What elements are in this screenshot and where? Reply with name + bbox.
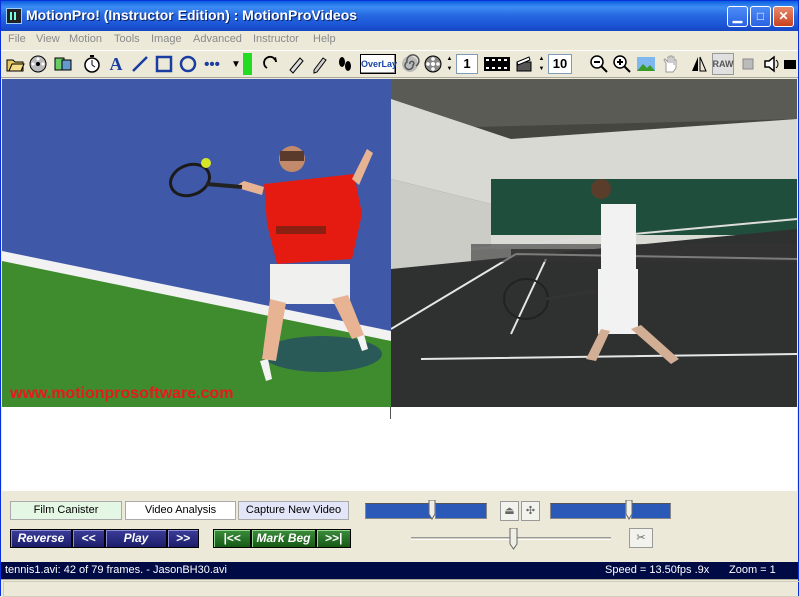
bottom-strip (1, 579, 799, 597)
redo-icon[interactable] (261, 53, 283, 75)
status-file-info: tennis1.avi: 42 of 79 frames. - JasonBH3… (5, 564, 227, 576)
toolbar: A ••• ▼ OverLay ▲ ▼ 1 ▲ ▼ 10 RAW (1, 50, 798, 78)
play-button[interactable]: Play (105, 529, 167, 548)
sync-icon[interactable]: ✣ (521, 501, 540, 521)
menu-help[interactable]: Help (313, 33, 336, 45)
film-reel-step-icon[interactable] (422, 53, 444, 75)
left-end-slider[interactable] (435, 503, 487, 519)
menu-image[interactable]: Image (151, 33, 182, 45)
spiral-icon[interactable] (399, 53, 421, 75)
clapper-icon[interactable] (513, 53, 535, 75)
stop-square-icon[interactable] (737, 53, 759, 75)
tab-film-canister[interactable]: Film Canister (10, 501, 122, 520)
film-reel-icon[interactable] (27, 53, 49, 75)
speed-slider-thumb[interactable] (509, 528, 518, 550)
pencil-icon[interactable] (309, 53, 331, 75)
speaker-icon[interactable] (761, 53, 783, 75)
text-tool-icon[interactable]: A (105, 53, 127, 75)
title-bar[interactable]: MotionPro! (Instructor Edition) : Motion… (1, 1, 798, 31)
left-slider-thumb[interactable] (428, 500, 436, 520)
zoom-in-icon[interactable] (611, 53, 633, 75)
line-tool-icon[interactable] (129, 53, 151, 75)
frame-step-field[interactable]: 1 (456, 54, 478, 74)
eraser-icon[interactable] (285, 53, 307, 75)
menu-advanced[interactable]: Advanced (193, 33, 242, 45)
pane-divider (390, 407, 391, 419)
mark-beg-button[interactable]: Mark Beg (251, 529, 316, 548)
raw-button[interactable]: RAW (712, 53, 734, 75)
rewind-button[interactable]: << (72, 529, 105, 548)
frame-count-field[interactable]: 10 (548, 54, 572, 74)
video-watermark: www.motionprosoftware.com (9, 385, 233, 402)
overlay-button[interactable]: OverLay (360, 54, 397, 74)
reverse-button[interactable]: Reverse (10, 529, 72, 548)
forward-button[interactable]: >> (167, 529, 199, 548)
menu-tools[interactable]: Tools (114, 33, 140, 45)
compare-icon[interactable] (52, 53, 74, 75)
landscape-image-icon[interactable] (635, 53, 657, 75)
left-start-slider[interactable] (365, 503, 432, 519)
last-frame-button[interactable]: >>| (316, 529, 351, 548)
video-pane-right[interactable] (391, 79, 797, 407)
right-slider-thumb[interactable] (625, 500, 633, 520)
status-speed: Speed = 13.50fps .9x (605, 564, 710, 576)
right-end-slider[interactable] (631, 503, 671, 519)
lock-icon[interactable]: ⏏ (500, 501, 519, 521)
footprint-icon[interactable] (334, 53, 356, 75)
draw-color-swatch[interactable] (243, 53, 252, 75)
frame-count-spinner[interactable]: ▲ ▼ (537, 54, 546, 74)
app-icon[interactable] (6, 8, 22, 24)
film-strip-icon[interactable] (482, 53, 512, 75)
more-tools-icon[interactable]: ••• (201, 53, 223, 75)
right-start-slider[interactable] (550, 503, 626, 519)
status-bar: tennis1.avi: 42 of 79 frames. - JasonBH3… (1, 562, 798, 579)
menu-file[interactable]: File (8, 33, 26, 45)
zoom-out-icon[interactable] (588, 53, 610, 75)
timeline-area[interactable] (2, 407, 797, 491)
hand-pan-icon[interactable] (659, 53, 681, 75)
status-zoom: Zoom = 1 (729, 564, 776, 576)
rectangle-tool-icon[interactable] (153, 53, 175, 75)
camera-icon[interactable] (783, 53, 797, 75)
open-folder-icon[interactable] (4, 53, 26, 75)
menu-view[interactable]: View (36, 33, 60, 45)
menu-bar: File View Motion Tools Image Advanced In… (1, 31, 798, 49)
app-window: MotionPro! (Instructor Edition) : Motion… (0, 0, 799, 597)
maximize-button[interactable]: □ (750, 6, 771, 27)
window-title: MotionPro! (Instructor Edition) : Motion… (26, 7, 358, 23)
indoor-court-scene (391, 79, 797, 407)
menu-motion[interactable]: Motion (69, 33, 102, 45)
tab-capture-new-video[interactable]: Capture New Video (238, 501, 349, 520)
video-pane-left[interactable]: www.motionprosoftware.com (2, 79, 391, 407)
menu-instructor[interactable]: Instructor (253, 33, 299, 45)
first-frame-button[interactable]: |<< (213, 529, 251, 548)
tennis-serve-scene: www.motionprosoftware.com (2, 79, 391, 407)
frame-step-spinner[interactable]: ▲ ▼ (445, 54, 454, 74)
scissors-icon[interactable]: ✂ (629, 528, 653, 548)
mirror-flip-icon[interactable] (688, 53, 710, 75)
minimize-button[interactable]: ▁ (727, 6, 748, 27)
tab-video-analysis[interactable]: Video Analysis (125, 501, 236, 520)
close-button[interactable]: ✕ (773, 6, 794, 27)
stopwatch-icon[interactable] (81, 53, 103, 75)
circle-tool-icon[interactable] (177, 53, 199, 75)
